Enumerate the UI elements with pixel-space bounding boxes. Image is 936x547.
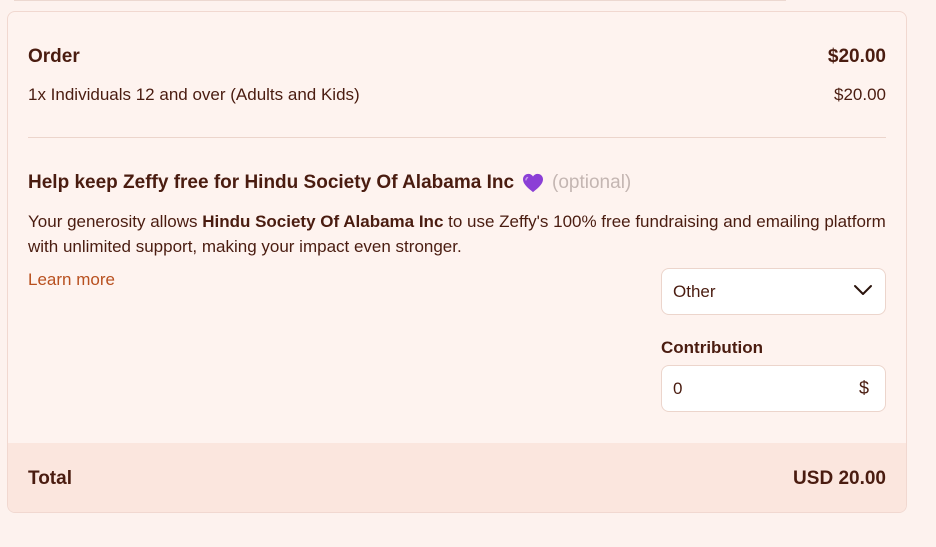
contribution-label: Contribution (661, 338, 763, 357)
desc-org-name: Hindu Society Of Alabama Inc (202, 212, 444, 231)
line-item-label: 1x Individuals 12 and over (Adults and K… (28, 85, 360, 104)
contribution-input[interactable] (673, 378, 833, 399)
optional-label: (optional) (552, 172, 632, 193)
currency-symbol: $ (858, 378, 869, 398)
order-title: Order (28, 46, 80, 67)
desc-prefix: Your generosity allows (28, 212, 203, 231)
contribution-field[interactable]: $ (661, 365, 886, 412)
order-line-item: 1x Individuals 12 and over (Adults and K… (28, 85, 886, 105)
order-header: Order $20.00 (28, 46, 886, 68)
line-item-price: $20.00 (834, 85, 886, 104)
section-divider (28, 137, 886, 138)
select-value: Other (673, 281, 716, 301)
total-label: Total (28, 467, 72, 489)
order-summary-card: Order $20.00 1x Individuals 12 and over … (7, 11, 907, 513)
tip-title: Help keep Zeffy free for Hindu Society O… (28, 172, 515, 193)
total-bar: Total USD 20.00 (8, 443, 906, 512)
chevron-down-icon (853, 282, 873, 302)
tip-amount-select[interactable]: Other (661, 268, 886, 315)
purple-heart-icon (522, 173, 544, 193)
order-total: $20.00 (827, 46, 886, 67)
top-divider (14, 0, 786, 1)
tip-heading: Help keep Zeffy free for Hindu Society O… (28, 172, 631, 194)
tip-description: Your generosity allows Hindu Society Of … (28, 209, 888, 259)
learn-more-link[interactable]: Learn more (28, 270, 115, 290)
total-value: USD 20.00 (793, 467, 886, 489)
